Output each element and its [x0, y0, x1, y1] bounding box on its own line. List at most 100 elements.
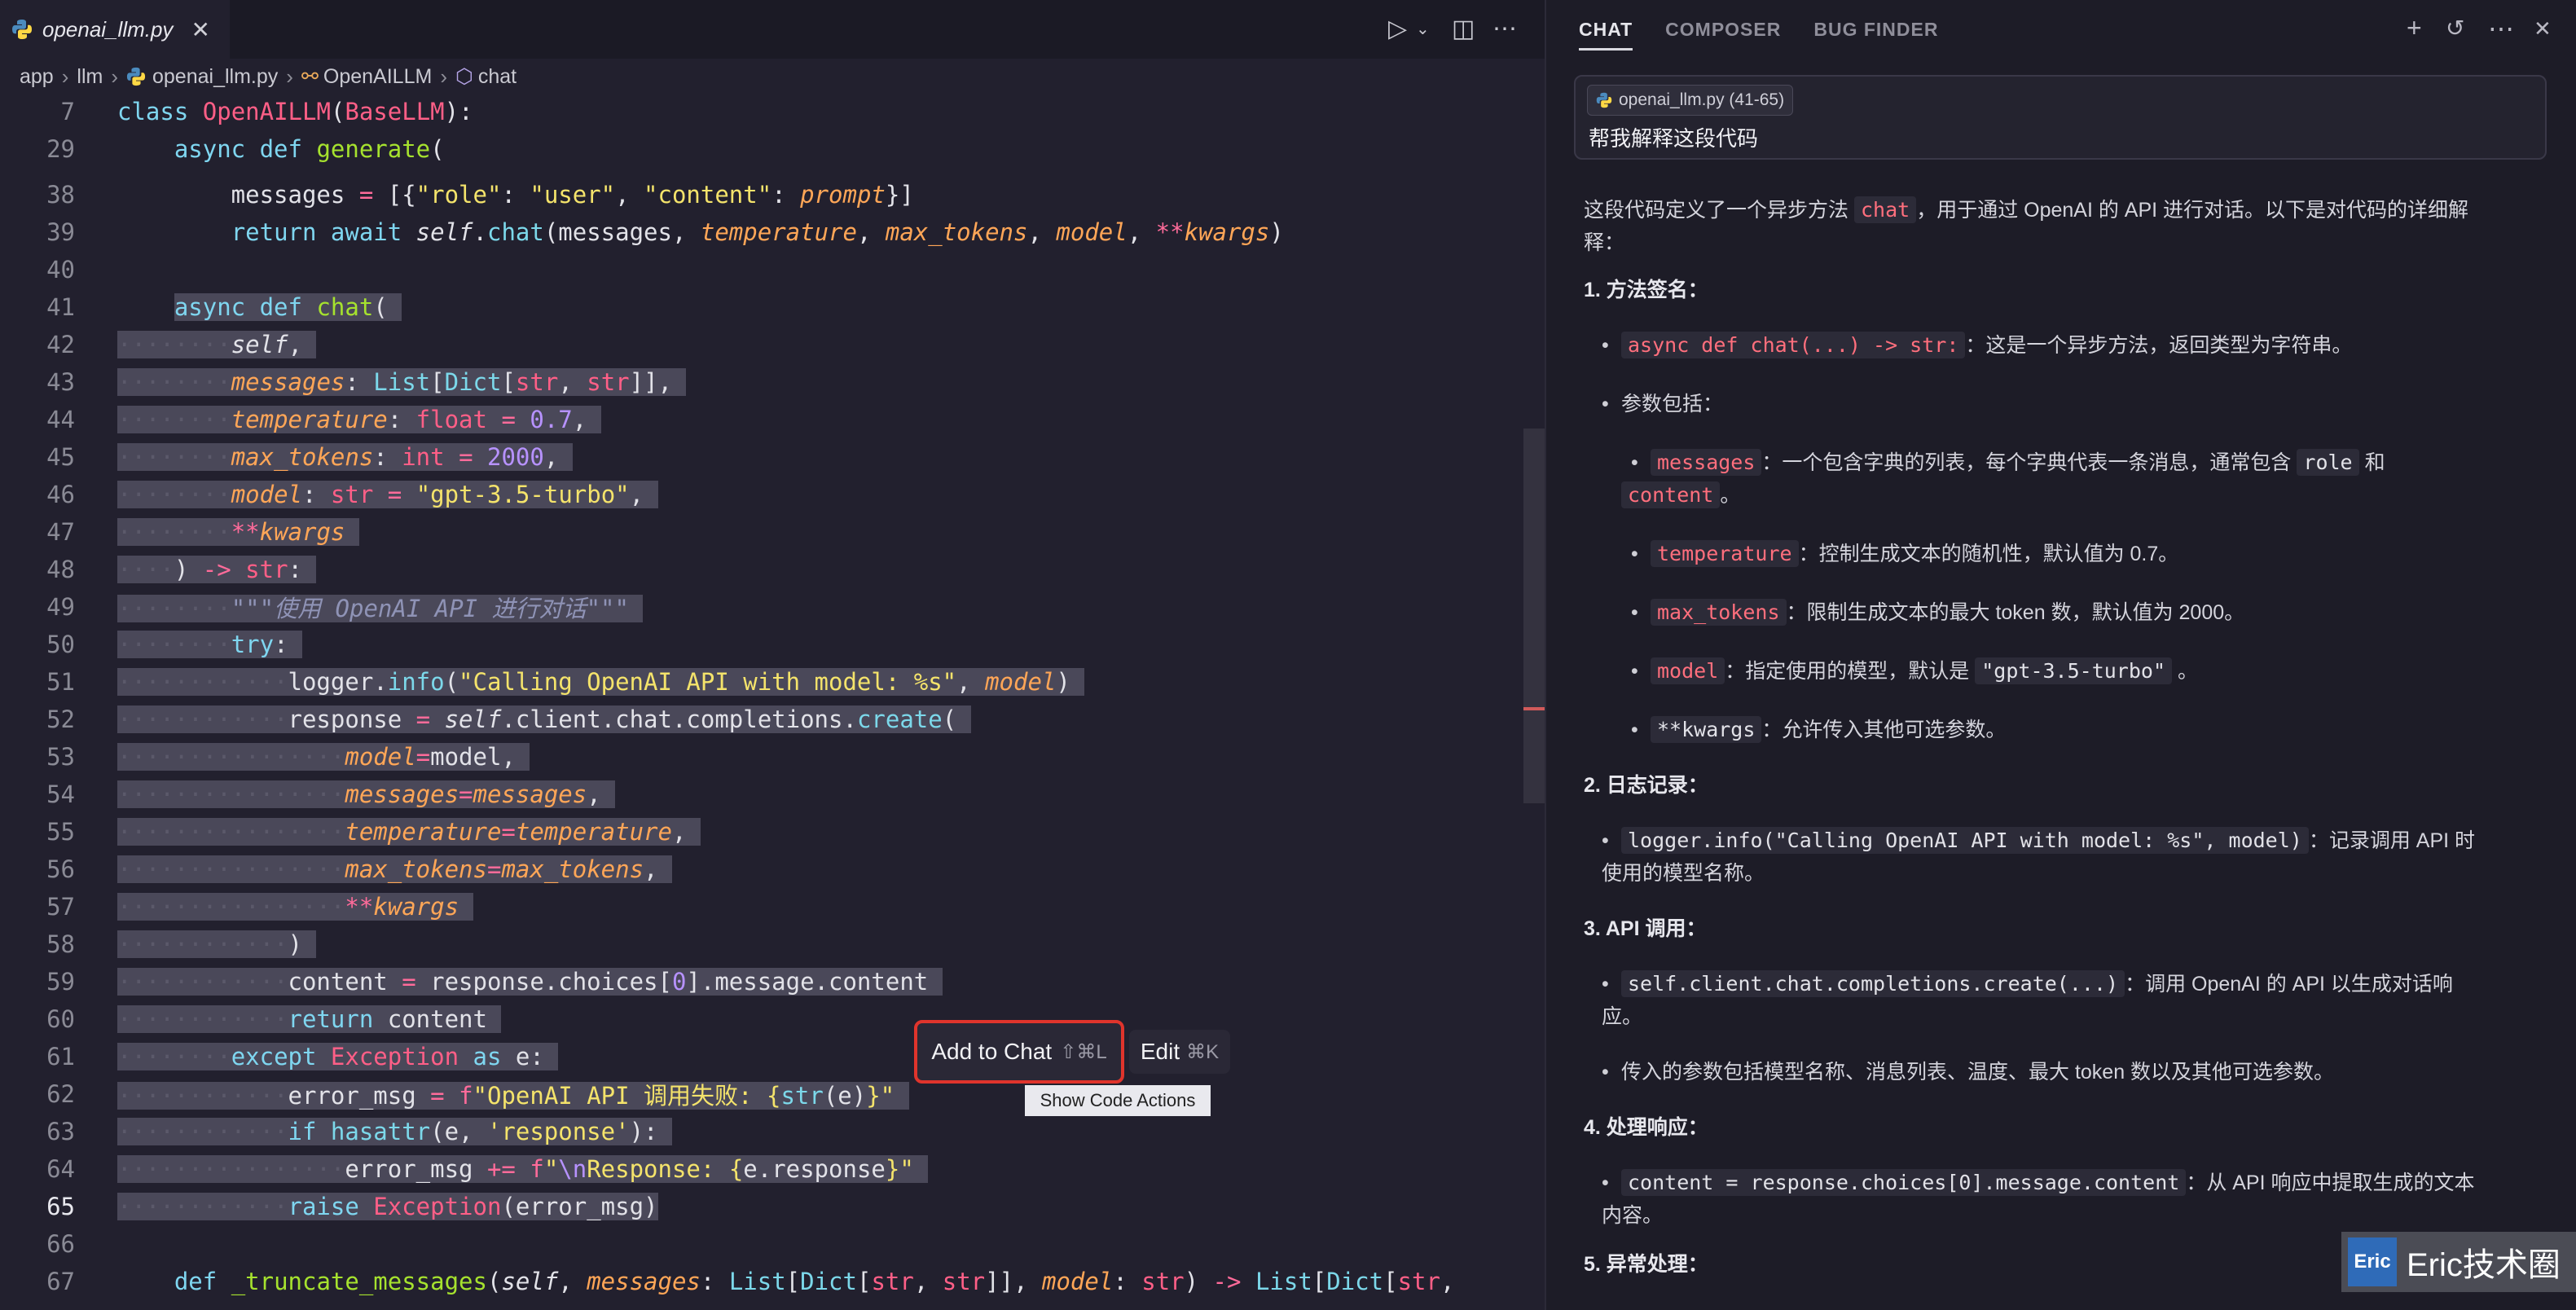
- chat-tab-bar: CHAT COMPOSER BUG FINDER: [1546, 0, 1938, 59]
- line-number: 43: [46, 368, 75, 396]
- history-icon[interactable]: ↺: [2446, 15, 2464, 42]
- code-line: 50 ········try:: [0, 626, 1545, 663]
- code-text: ········except Exception as e:: [117, 1043, 559, 1070]
- code-line: 67 def _truncate_messages(self, messages…: [0, 1263, 1545, 1300]
- code-text: ········temperature: float = 0.7,: [117, 406, 601, 433]
- code-line: 44 ········temperature: float = 0.7,: [0, 401, 1545, 438]
- code-text: return await self.chat(messages, tempera…: [231, 218, 1284, 246]
- section-heading: 1. 方法签名：: [1584, 279, 1708, 301]
- context-chip[interactable]: openai_llm.py (41-65): [1587, 85, 1794, 116]
- code-line: 38 messages = [{"role": "user", "content…: [0, 176, 1545, 213]
- watermark-text: Eric技术圈: [2407, 1247, 2561, 1283]
- tab-bug-finder[interactable]: BUG FINDER: [1813, 0, 1938, 59]
- code-line: 49 ········"""使用 OpenAI API 进行对话""": [0, 588, 1545, 626]
- split-editor-icon[interactable]: ◫: [1452, 15, 1475, 44]
- code-text: ············content = response.choices[0…: [117, 968, 943, 996]
- code-text: ········try:: [117, 631, 302, 658]
- code-line: 41 async def chat(: [0, 288, 1545, 326]
- line-number: 57: [46, 893, 75, 921]
- line-number: 63: [46, 1118, 75, 1145]
- add-to-chat-label: Add to Chat: [931, 1039, 1053, 1064]
- breadcrumb-file[interactable]: openai_llm.py: [152, 65, 278, 89]
- chevron-down-icon[interactable]: ⌄: [1416, 15, 1430, 44]
- add-to-chat-shortcut: ⇧⌘L: [1060, 1040, 1107, 1063]
- code-line: 66: [0, 1225, 1545, 1263]
- method-symbol-icon: ⬡: [455, 65, 473, 88]
- line-number: 65: [46, 1193, 75, 1220]
- code-line: 58 ············): [0, 925, 1545, 963]
- close-icon[interactable]: ✕: [191, 16, 209, 43]
- breadcrumb-llm[interactable]: llm: [77, 65, 103, 89]
- python-file-icon: [1596, 92, 1612, 108]
- code-line: 7 class OpenAILLM(BaseLLM):: [0, 93, 1545, 130]
- chat-panel: CHAT COMPOSER BUG FINDER + ↺ ⋯ ✕ openai_…: [1545, 0, 2576, 1310]
- code-text: ········self,: [117, 331, 317, 358]
- user-message: openai_llm.py (41-65) 帮我解释这段代码: [1574, 75, 2547, 160]
- line-number: 45: [46, 443, 75, 471]
- list-item: self.client.chat.completions.create(...)…: [1602, 968, 2545, 1033]
- code-text: ········"""使用 OpenAI API 进行对话""": [117, 590, 644, 624]
- line-number: 38: [46, 181, 75, 209]
- breadcrumb-class[interactable]: OpenAILLM: [323, 65, 432, 89]
- more-icon[interactable]: ⋯: [2488, 13, 2514, 44]
- code-line: 48 ····) -> str:: [0, 551, 1545, 588]
- scrollbar-marker: [1523, 707, 1545, 710]
- line-number: 61: [46, 1043, 75, 1070]
- code-text: ········max_tokens: int = 2000,: [117, 443, 573, 471]
- code-line: 46 ········model: str = "gpt-3.5-turbo",: [0, 476, 1545, 513]
- line-number: 52: [46, 706, 75, 733]
- edit-shortcut: ⌘K: [1186, 1040, 1220, 1063]
- code-editor[interactable]: openai_llm.py ✕ ▷ ⌄ ◫ ⋯ app › llm › open…: [0, 0, 1545, 1310]
- add-to-chat-button[interactable]: Add to Chat ⇧⌘L: [914, 1020, 1124, 1084]
- code-text: ········model: str = "gpt-3.5-turbo",: [117, 481, 658, 508]
- code-text: ················max_tokens=max_tokens,: [117, 855, 672, 883]
- code-text: ············response = self.client.chat.…: [117, 706, 971, 733]
- more-actions-icon[interactable]: ⋯: [1492, 15, 1517, 44]
- close-icon[interactable]: ✕: [2534, 16, 2552, 42]
- line-number: 41: [46, 293, 75, 321]
- chevron-right-icon: ›: [286, 64, 293, 89]
- watermark-logo: Eric: [2348, 1237, 2397, 1286]
- edit-button[interactable]: Edit ⌘K: [1129, 1030, 1230, 1074]
- code-line: 39 return await self.chat(messages, temp…: [0, 213, 1545, 251]
- chevron-right-icon: ›: [61, 64, 69, 89]
- code-text: ················**kwargs: [117, 893, 473, 921]
- editor-scrollbar[interactable]: [1523, 429, 1545, 803]
- code-text: def _truncate_messages(self, messages: L…: [174, 1268, 1455, 1295]
- line-number: 51: [46, 668, 75, 696]
- list-item: model：指定使用的模型，默认是 "gpt-3.5-turbo" 。: [1631, 655, 2545, 688]
- answer-intro: 这段代码定义了一个异步方法 chat ，用于通过 OpenAI 的 API 进行对…: [1584, 196, 2469, 254]
- line-number: 58: [46, 930, 75, 958]
- line-number: 59: [46, 968, 75, 996]
- list-item: messages：一个包含字典的列表，每个字典代表一条消息，通常包含 role …: [1621, 446, 2545, 512]
- breadcrumb-method[interactable]: chat: [478, 65, 517, 89]
- code-area[interactable]: 7 class OpenAILLM(BaseLLM): 29 async def …: [0, 93, 1545, 1300]
- code-text: ················temperature=temperature,: [117, 818, 701, 846]
- editor-tab-openai-llm[interactable]: openai_llm.py ✕: [0, 0, 230, 59]
- section-heading: 2. 日志记录：: [1584, 774, 1708, 797]
- code-text: ················messages=messages,: [117, 780, 616, 808]
- tab-chat[interactable]: CHAT: [1579, 0, 1633, 59]
- breadcrumb-app[interactable]: app: [20, 65, 54, 89]
- assistant-answer: 这段代码定义了一个异步方法 chat ，用于通过 OpenAI 的 API 进行对…: [1584, 194, 2545, 1281]
- code-line: 55 ················temperature=temperatur…: [0, 813, 1545, 851]
- line-number: 67: [46, 1268, 75, 1295]
- code-text: ············): [117, 930, 317, 958]
- code-text: async def generate(: [174, 135, 445, 163]
- code-text: ········messages: List[Dict[str, str]],: [117, 368, 687, 396]
- list-item: max_tokens：限制生成文本的最大 token 数，默认值为 2000。: [1631, 596, 2545, 629]
- code-line: 60 ············return content: [0, 1000, 1545, 1038]
- line-number: 49: [46, 593, 75, 621]
- list-item: temperature：控制生成文本的随机性，默认值为 0.7。: [1631, 538, 2545, 570]
- section-heading: 3. API 调用：: [1584, 917, 1707, 940]
- plus-icon[interactable]: +: [2407, 13, 2422, 43]
- code-text: ········**kwargs: [117, 518, 359, 546]
- code-line: 40: [0, 251, 1545, 288]
- run-icon[interactable]: ▷: [1388, 15, 1407, 44]
- watermark: Eric Eric技术圈: [2341, 1232, 2576, 1292]
- code-text: ············return content: [117, 1005, 502, 1033]
- tab-composer[interactable]: COMPOSER: [1665, 0, 1781, 59]
- code-line: 57 ················**kwargs: [0, 888, 1545, 925]
- code-line: 53 ················model=model,: [0, 738, 1545, 776]
